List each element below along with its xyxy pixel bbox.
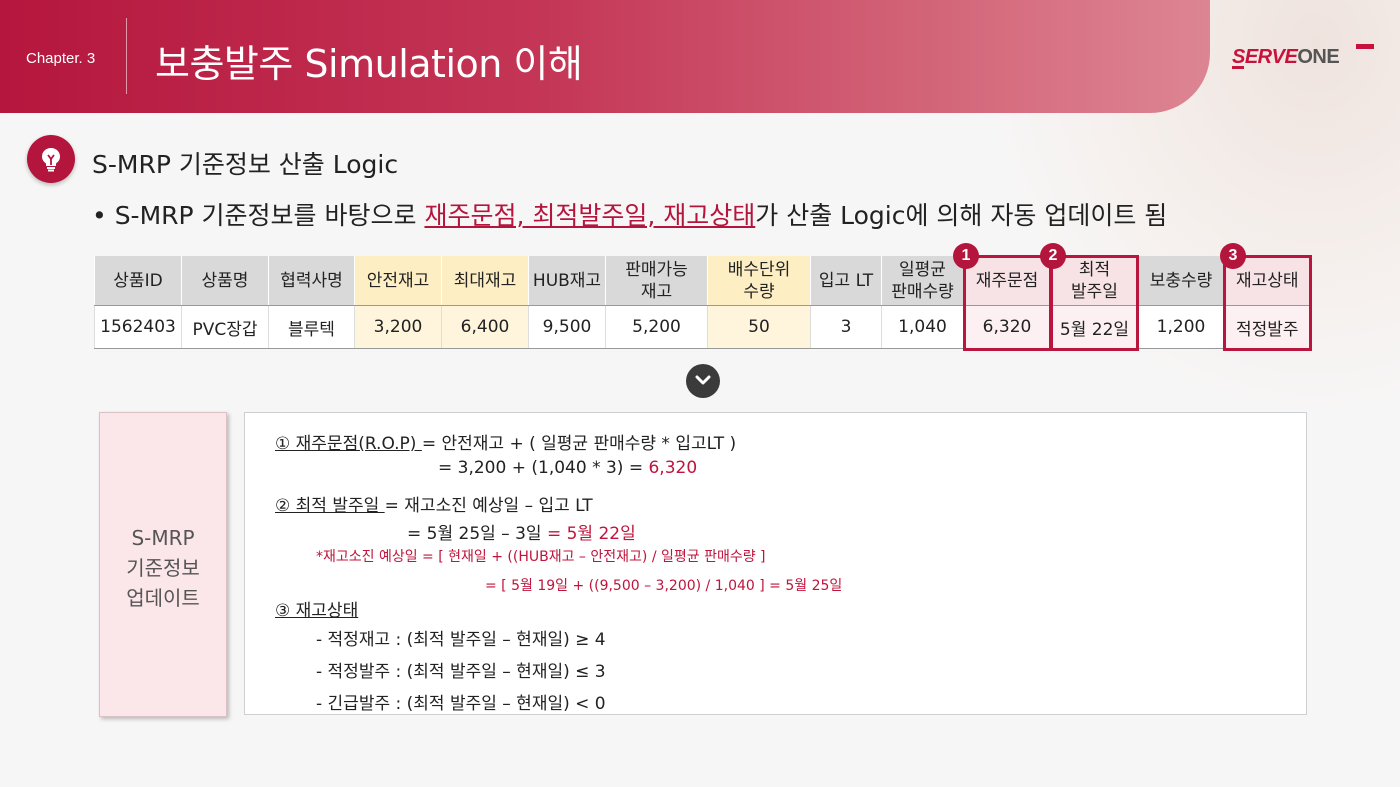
table-cell: 5,200 bbox=[605, 305, 708, 349]
label-line: 업데이트 bbox=[126, 586, 200, 610]
formula-2-note-1: *재고소진 예상일 = [ 현재일 + ((HUB재고 – 안전재고) / 일평… bbox=[316, 549, 766, 565]
label-line: S-MRP bbox=[131, 526, 195, 550]
highlight-box-stock-status bbox=[1223, 255, 1312, 351]
table-cell: 1,040 bbox=[881, 305, 964, 349]
logo-serve: SERVE bbox=[1232, 46, 1298, 68]
smrp-update-label-box: S-MRP 기준정보 업데이트 bbox=[99, 412, 227, 717]
formula-2-calc: = 5월 25일 – 3일 = 5월 22일 bbox=[407, 519, 636, 544]
highlight-box-reorder-point bbox=[963, 255, 1052, 351]
table-header-cell: 협력사명 bbox=[268, 256, 355, 306]
formula-1-label: ① 재주문점(R.O.P) bbox=[275, 434, 422, 454]
chapter-label: Chapter. 3 bbox=[26, 50, 96, 67]
logo-one: ONE bbox=[1297, 46, 1340, 68]
marker-3: 3 bbox=[1220, 243, 1246, 269]
bullet-prefix: • S-MRP 기준정보를 바탕으로 bbox=[92, 201, 425, 230]
table-cell: 3 bbox=[810, 305, 882, 349]
table-cell: 6,400 bbox=[441, 305, 529, 349]
highlight-box-optimal-order-date bbox=[1050, 255, 1139, 351]
serveone-logo: SERVEONE bbox=[1232, 46, 1340, 69]
table-header-cell: 입고 LT bbox=[810, 256, 882, 306]
table-header-cell: 최대재고 bbox=[441, 256, 529, 306]
table-cell: PVC장갑 bbox=[181, 305, 269, 349]
formula-1-calc-text: = 3,200 + (1,040 * 3) = bbox=[438, 458, 649, 478]
status-rule-2: - 적정발주 : (최적 발주일 – 현재일) ≤ 3 bbox=[316, 662, 606, 682]
bullet-description: • S-MRP 기준정보를 바탕으로 재주문점, 최적발주일, 재고상태가 산출… bbox=[92, 196, 1167, 232]
table-header-cell: 판매가능 재고 bbox=[605, 256, 708, 306]
table-header-cell: 안전재고 bbox=[354, 256, 442, 306]
table-cell: 50 bbox=[707, 305, 811, 349]
table-header-cell: 상품명 bbox=[181, 256, 269, 306]
bullet-highlight: 재주문점, 최적발주일, 재고상태 bbox=[424, 201, 756, 230]
table-header-cell: HUB재고 bbox=[528, 256, 606, 306]
section-title: S-MRP 기준정보 산출 Logic bbox=[92, 150, 399, 179]
formula-2-expr: = 재고소진 예상일 – 입고 LT bbox=[384, 496, 593, 516]
logo-underline bbox=[1232, 66, 1244, 69]
formula-3-label: ③ 재고상태 bbox=[275, 596, 358, 621]
marker-1: 1 bbox=[953, 243, 979, 269]
bullet-suffix: 가 산출 Logic에 의해 자동 업데이트 됨 bbox=[755, 201, 1168, 230]
table-cell: 1,200 bbox=[1138, 305, 1224, 349]
table-header-cell: 배수단위 수량 bbox=[707, 256, 811, 306]
table-cell: 블루텍 bbox=[268, 305, 355, 349]
table-header-cell: 상품ID bbox=[94, 256, 182, 306]
formula-1-result: 6,320 bbox=[648, 458, 698, 478]
formula-1-expr: = 안전재고 + ( 일평균 판매수량 * 입고LT ) bbox=[421, 434, 737, 454]
formula-1: ① 재주문점(R.O.P) = 안전재고 + ( 일평균 판매수량 * 입고LT… bbox=[275, 429, 736, 454]
chevron-down-icon bbox=[686, 364, 720, 398]
lightbulb-icon bbox=[27, 135, 75, 183]
label-line: 기준정보 bbox=[126, 556, 200, 580]
header-banner: Chapter. 3 보충발주 Simulation 이해 bbox=[0, 0, 1210, 113]
formula-1-calc: = 3,200 + (1,040 * 3) = 6,320 bbox=[438, 458, 697, 478]
formula-3-label-text: ③ 재고상태 bbox=[275, 601, 359, 621]
table-cell: 3,200 bbox=[354, 305, 442, 349]
table-header-cell: 보충수량 bbox=[1138, 256, 1224, 306]
page-title: 보충발주 Simulation 이해 bbox=[155, 42, 583, 86]
formula-2-result: = 5월 22일 bbox=[546, 524, 636, 544]
formula-2-note-2: = [ 5월 19일 + ((9,500 – 3,200) / 1,040 ] … bbox=[485, 578, 843, 594]
formula-2: ② 최적 발주일 = 재고소진 예상일 – 입고 LT bbox=[275, 491, 593, 516]
table-cell: 9,500 bbox=[528, 305, 606, 349]
header-divider bbox=[126, 18, 127, 94]
formula-2-calc-text: = 5월 25일 – 3일 bbox=[407, 524, 547, 544]
table-header-cell: 일평균 판매수량 bbox=[881, 256, 964, 306]
marker-2: 2 bbox=[1040, 243, 1066, 269]
status-rule-3: - 긴급발주 : (최적 발주일 – 현재일) < 0 bbox=[316, 694, 606, 714]
formula-2-label: ② 최적 발주일 bbox=[275, 496, 385, 516]
status-rule-1: - 적정재고 : (최적 발주일 – 현재일) ≥ 4 bbox=[316, 630, 606, 650]
formula-box: ① 재주문점(R.O.P) = 안전재고 + ( 일평균 판매수량 * 입고LT… bbox=[244, 412, 1307, 715]
logo-bar bbox=[1356, 44, 1374, 49]
table-cell: 1562403 bbox=[94, 305, 182, 349]
